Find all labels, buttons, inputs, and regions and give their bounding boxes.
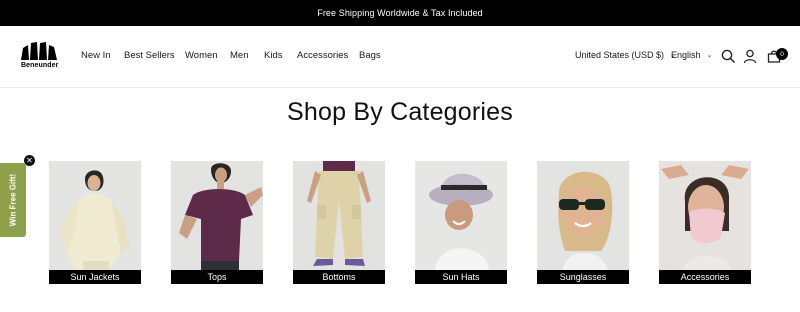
category-image (659, 161, 751, 270)
language-selector-label: English (671, 50, 701, 60)
category-label: Accessories (659, 270, 751, 284)
country-selector[interactable]: United States (USD $) ⌄ (575, 50, 676, 60)
site-header: Beneunder New In Best Sellers Women Men … (0, 26, 800, 88)
category-card-bottoms[interactable]: Bottoms (293, 161, 385, 284)
win-free-gift-label: Win Free Gift! (8, 173, 18, 227)
nav-women[interactable]: Women (185, 50, 218, 61)
category-image (537, 161, 629, 270)
page-title: Shop By Categories (287, 98, 513, 126)
category-label: Tops (171, 270, 263, 284)
nav-accessories[interactable]: Accessories (297, 50, 348, 61)
category-image (49, 161, 141, 270)
cart-count-badge: 0 (776, 48, 788, 60)
announcement-bar: Free Shipping Worldwide & Tax Included (0, 0, 800, 26)
chevron-down-icon: ⌄ (706, 52, 713, 59)
category-image (293, 161, 385, 270)
category-card-sun-hats[interactable]: Sun Hats (415, 161, 507, 284)
search-icon[interactable] (720, 48, 736, 64)
category-label: Bottoms (293, 270, 385, 284)
nav-men[interactable]: Men (230, 50, 248, 61)
nav-best-sellers[interactable]: Best Sellers (124, 50, 175, 61)
nav-new-in[interactable]: New In (81, 50, 111, 61)
close-icon[interactable]: ✕ (24, 155, 35, 166)
win-free-gift-tab[interactable]: Win Free Gift! (0, 163, 26, 237)
nav-bags[interactable]: Bags (359, 50, 381, 61)
country-selector-label: United States (USD $) (575, 50, 665, 60)
category-card-accessories[interactable]: Accessories (659, 161, 751, 284)
category-card-sun-jackets[interactable]: Sun Jackets (49, 161, 141, 284)
account-icon[interactable] (742, 48, 758, 64)
category-image (171, 161, 263, 270)
brand-logo-icon (21, 42, 57, 60)
category-label: Sun Jackets (49, 270, 141, 284)
brand-logo[interactable]: Beneunder (20, 42, 62, 72)
category-label: Sun Hats (415, 270, 507, 284)
brand-name: Beneunder (21, 62, 59, 69)
category-card-sunglasses[interactable]: Sunglasses (537, 161, 629, 284)
nav-kids[interactable]: Kids (264, 50, 282, 61)
category-label: Sunglasses (537, 270, 629, 284)
category-image (415, 161, 507, 270)
category-card-tops[interactable]: Tops (171, 161, 263, 284)
announcement-text: Free Shipping Worldwide & Tax Included (317, 8, 483, 18)
language-selector[interactable]: English ⌄ (671, 50, 712, 60)
